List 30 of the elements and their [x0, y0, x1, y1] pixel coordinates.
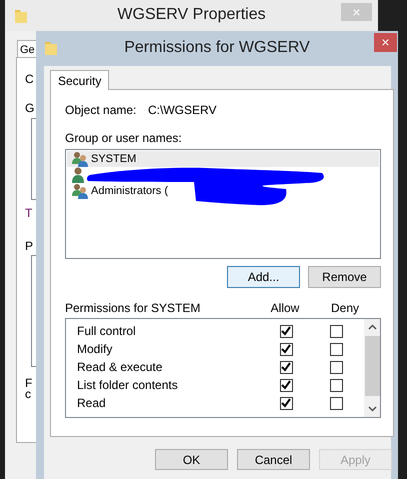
tab[interactable]: Security [50, 70, 110, 90]
label: F [25, 376, 32, 390]
permission-name: List folder contents [76, 378, 179, 392]
user-name: SYSTEM [91, 153, 136, 165]
group-label: Group or user names: [65, 131, 183, 145]
window-title: WGSERV Properties [117, 6, 266, 24]
dialog-button[interactable]: Add... [227, 266, 300, 288]
permissions-label: Permissions for SYSTEM [65, 301, 202, 316]
window-title: Permissions for WGSERV [124, 39, 310, 57]
object-name-value: C:\WGSERV [148, 103, 216, 117]
object-name-label: Object name: [65, 103, 138, 117]
dialog-button[interactable]: Cancel [237, 449, 310, 470]
label: G [25, 101, 34, 115]
link[interactable]: T [25, 206, 32, 220]
label: P [25, 239, 34, 253]
user-item[interactable]: SYSTEM [67, 151, 379, 167]
user-name: Administrators ( [91, 185, 168, 197]
dialog-button[interactable]: OK [155, 449, 228, 470]
column-header: Allow [270, 301, 300, 316]
tab[interactable]: Ge [17, 40, 37, 58]
label: C [25, 72, 34, 86]
column-header: Deny [330, 301, 360, 316]
label: c [25, 387, 31, 401]
close-button[interactable]: × [374, 33, 397, 52]
permission-name: Read & execute [76, 360, 164, 374]
permission-name: Modify [76, 342, 114, 356]
dialog-button[interactable]: Remove [308, 266, 381, 288]
permission-name: Read [76, 396, 107, 410]
permission-name: Full control [76, 324, 137, 338]
user-item[interactable]: Administrators ( [67, 183, 168, 199]
